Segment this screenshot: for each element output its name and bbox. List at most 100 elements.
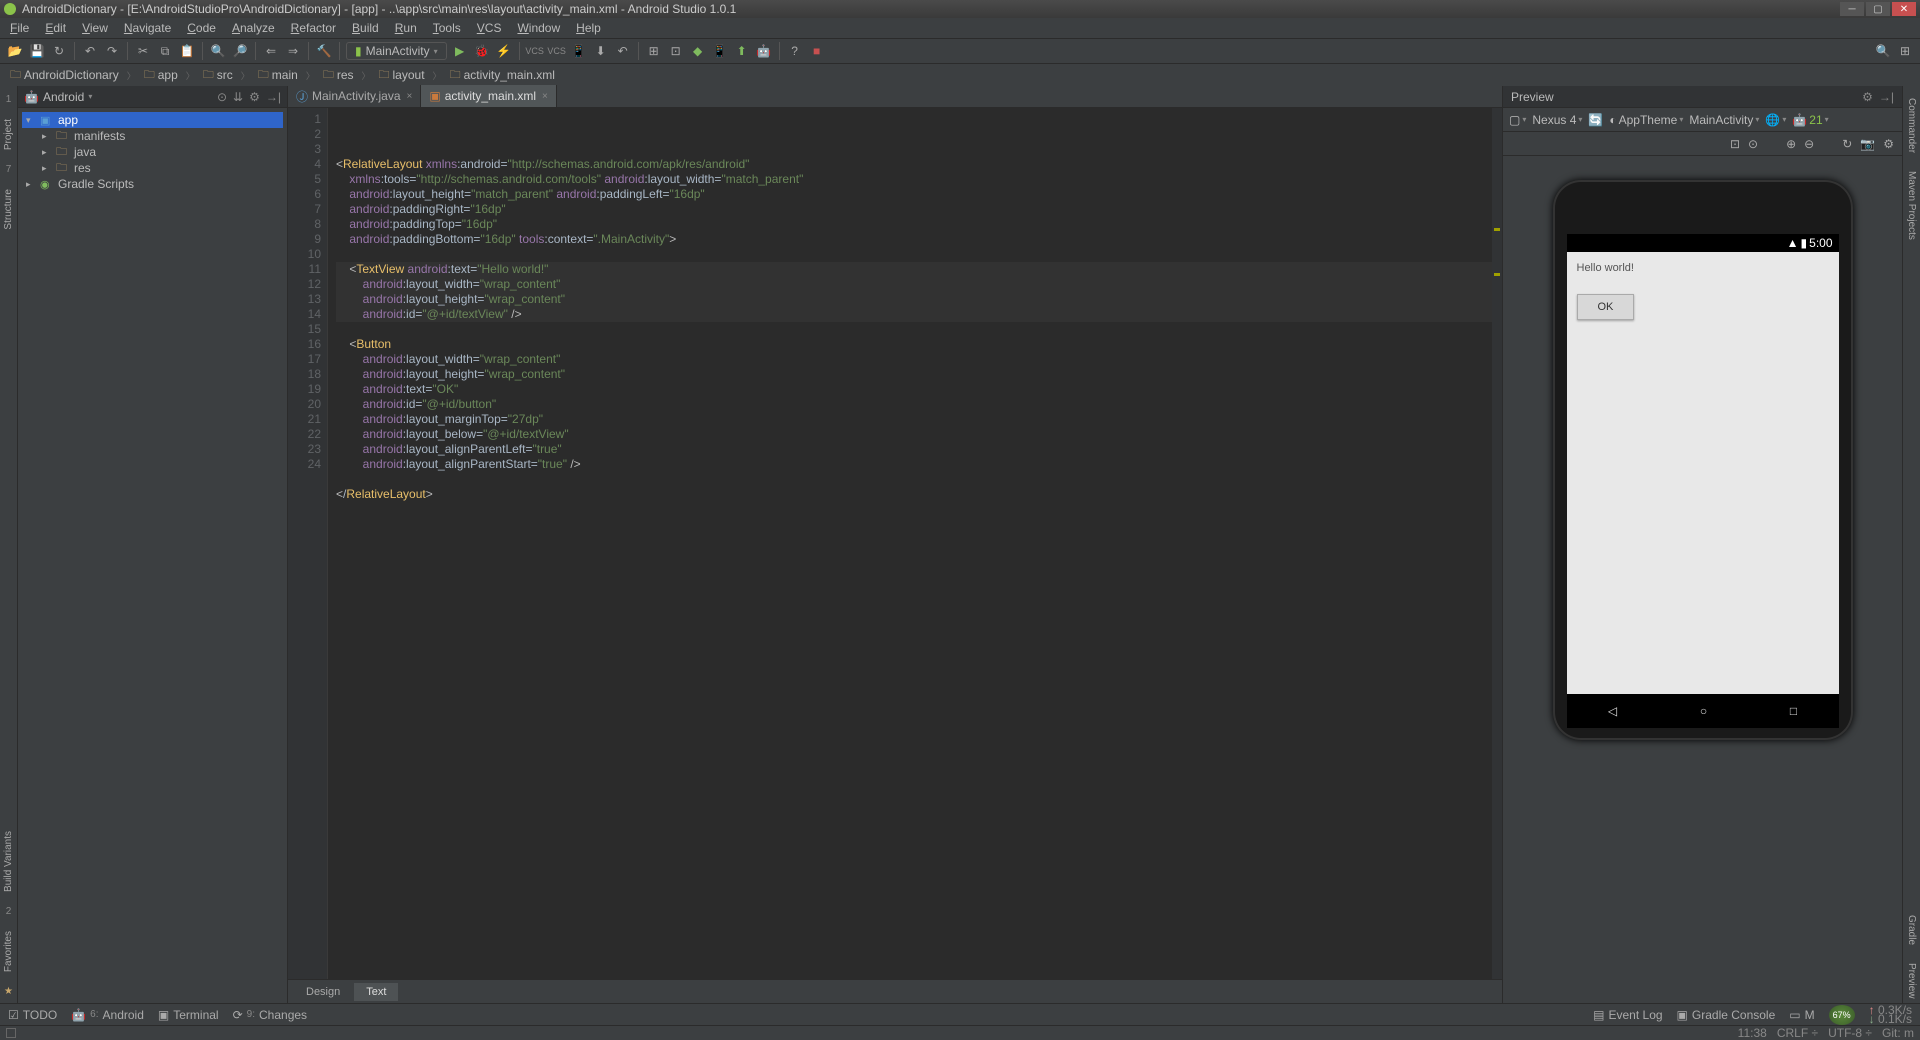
- tool-icon[interactable]: ⊞: [645, 42, 663, 60]
- help-icon[interactable]: ?: [786, 42, 804, 60]
- hide-icon[interactable]: →|: [266, 90, 281, 104]
- menu-build[interactable]: Build: [346, 19, 385, 37]
- vcs-icon[interactable]: VCS: [526, 42, 544, 60]
- menu-refactor[interactable]: Refactor: [285, 19, 342, 37]
- activity-dropdown[interactable]: MainActivity: [1689, 113, 1759, 127]
- tool-window-toggle-icon[interactable]: [6, 1028, 16, 1038]
- marker[interactable]: [1494, 273, 1500, 276]
- expand-arrow-icon[interactable]: ▸: [42, 131, 52, 142]
- breadcrumb-item[interactable]: 🗀layout: [375, 65, 429, 86]
- android-robot-icon[interactable]: ◆: [689, 42, 707, 60]
- encoding[interactable]: UTF-8 ÷: [1828, 1026, 1872, 1040]
- terminal-tool-button[interactable]: ▣Terminal: [158, 1008, 219, 1022]
- scroll-from-source-icon[interactable]: ⊙: [217, 90, 227, 104]
- design-tab[interactable]: Design: [294, 983, 352, 1001]
- zoom-fit-icon[interactable]: ⊡: [1730, 137, 1740, 151]
- settings-icon[interactable]: ⚙: [1883, 137, 1894, 151]
- back-icon[interactable]: ⇐: [262, 42, 280, 60]
- tree-node-res[interactable]: ▸ 🗀 res: [22, 160, 283, 176]
- cut-icon[interactable]: ✂: [134, 42, 152, 60]
- android-tool-button[interactable]: 🤖6:Android: [71, 1008, 144, 1022]
- menu-navigate[interactable]: Navigate: [118, 19, 177, 37]
- orientation-button[interactable]: 🔄: [1588, 113, 1603, 127]
- maven-tool-button[interactable]: Maven Projects: [1906, 167, 1917, 244]
- vcs-update-icon[interactable]: VCS: [548, 42, 566, 60]
- undo-icon[interactable]: ↶: [81, 42, 99, 60]
- zoom-out-icon[interactable]: ⊖: [1804, 137, 1814, 151]
- memory-indicator[interactable]: ▭M: [1789, 1008, 1814, 1022]
- device-dropdown[interactable]: Nexus 4: [1532, 113, 1582, 127]
- open-icon[interactable]: 📂: [6, 42, 24, 60]
- run-icon[interactable]: ▶: [451, 42, 469, 60]
- api-dropdown[interactable]: 🤖21: [1792, 113, 1828, 127]
- sdk-manager-icon[interactable]: ⬇: [592, 42, 610, 60]
- stop-icon[interactable]: ■: [808, 42, 826, 60]
- find-icon[interactable]: 🔍: [209, 42, 227, 60]
- breadcrumb-item[interactable]: 🗀AndroidDictionary: [6, 65, 123, 86]
- editor-tab[interactable]: ⒿMainActivity.java×: [288, 85, 421, 107]
- menu-view[interactable]: View: [76, 19, 114, 37]
- theme-dropdown[interactable]: ◐ AppTheme: [1609, 113, 1683, 127]
- event-log-button[interactable]: ▤Event Log: [1593, 1008, 1662, 1022]
- git-branch[interactable]: Git: m: [1882, 1026, 1914, 1040]
- collapse-icon[interactable]: ⇊: [233, 90, 243, 104]
- maximize-button[interactable]: ▢: [1866, 2, 1890, 16]
- gear-icon[interactable]: ⚙: [249, 90, 260, 104]
- build-icon[interactable]: 🔨: [315, 42, 333, 60]
- android-robot-icon[interactable]: ⬆: [733, 42, 751, 60]
- ddms-icon[interactable]: ↶: [614, 42, 632, 60]
- menu-code[interactable]: Code: [181, 19, 222, 37]
- zoom-in-icon[interactable]: ⊕: [1786, 137, 1796, 151]
- memory-badge[interactable]: 67%: [1829, 1005, 1855, 1025]
- menu-analyze[interactable]: Analyze: [226, 19, 281, 37]
- close-tab-icon[interactable]: ×: [407, 91, 413, 102]
- tree-node-gradle-scripts[interactable]: ▸ ◉ Gradle Scripts: [22, 176, 283, 192]
- redo-icon[interactable]: ↷: [103, 42, 121, 60]
- gear-icon[interactable]: ⚙: [1862, 90, 1873, 104]
- expand-arrow-icon[interactable]: ▾: [26, 115, 36, 126]
- project-tool-button[interactable]: Project: [3, 115, 14, 154]
- paste-icon[interactable]: 📋: [178, 42, 196, 60]
- save-icon[interactable]: 💾: [28, 42, 46, 60]
- attach-debugger-icon[interactable]: ⚡: [495, 42, 513, 60]
- code-editor[interactable]: <RelativeLayout xmlns:android="http://sc…: [328, 108, 1502, 979]
- changes-tool-button[interactable]: ⟳9:Changes: [233, 1008, 307, 1022]
- breadcrumb-item[interactable]: 🗀src: [199, 65, 237, 86]
- gradle-console-button[interactable]: ▣Gradle Console: [1677, 1008, 1776, 1022]
- breadcrumb-item[interactable]: 🗀main: [254, 65, 302, 86]
- breadcrumb-item[interactable]: 🗀res: [319, 65, 358, 86]
- refresh-icon[interactable]: ↻: [1842, 137, 1852, 151]
- menu-run[interactable]: Run: [389, 19, 423, 37]
- line-separator[interactable]: CRLF ÷: [1777, 1026, 1818, 1040]
- locale-dropdown[interactable]: 🌐: [1765, 113, 1786, 127]
- structure-tool-button[interactable]: Structure: [3, 185, 14, 234]
- replace-icon[interactable]: 🔎: [231, 42, 249, 60]
- expand-arrow-icon[interactable]: ▸: [42, 163, 52, 174]
- expand-arrow-icon[interactable]: ▸: [42, 147, 52, 158]
- menu-window[interactable]: Window: [511, 19, 566, 37]
- editor-tab[interactable]: ▣activity_main.xml×: [421, 85, 557, 107]
- gradle-tool-button[interactable]: Gradle: [1906, 911, 1917, 949]
- menu-edit[interactable]: Edit: [39, 19, 72, 37]
- screenshot-icon[interactable]: 📷: [1860, 137, 1875, 151]
- project-tree[interactable]: ▾ ▣ app ▸ 🗀 manifests ▸ 🗀 java ▸ 🗀 res ▸: [18, 108, 287, 196]
- breadcrumb-item[interactable]: 🗀activity_main.xml: [446, 65, 559, 86]
- build-variants-tool-button[interactable]: Build Variants: [3, 827, 14, 896]
- zoom-actual-icon[interactable]: ⊙: [1748, 137, 1758, 151]
- tool-icon[interactable]: ⊡: [667, 42, 685, 60]
- android-robot-icon[interactable]: 🤖: [755, 42, 773, 60]
- text-tab[interactable]: Text: [354, 983, 398, 1001]
- close-tab-icon[interactable]: ×: [542, 91, 548, 102]
- breadcrumb-item[interactable]: 🗀app: [140, 65, 182, 86]
- menu-vcs[interactable]: VCS: [471, 19, 508, 37]
- avd-manager-icon[interactable]: 📱: [570, 42, 588, 60]
- search-everywhere-icon[interactable]: 🔍: [1874, 42, 1892, 60]
- marker[interactable]: [1494, 228, 1500, 231]
- commander-tool-button[interactable]: Commander: [1906, 94, 1917, 157]
- todo-tool-button[interactable]: ☑TODO: [8, 1008, 57, 1022]
- render-config-dropdown[interactable]: ▢: [1509, 113, 1526, 127]
- copy-icon[interactable]: ⧉: [156, 42, 174, 60]
- preview-tool-button[interactable]: Preview: [1906, 959, 1917, 1003]
- menu-tools[interactable]: Tools: [427, 19, 467, 37]
- project-view-selector[interactable]: 🤖 Android ▾: [24, 90, 92, 104]
